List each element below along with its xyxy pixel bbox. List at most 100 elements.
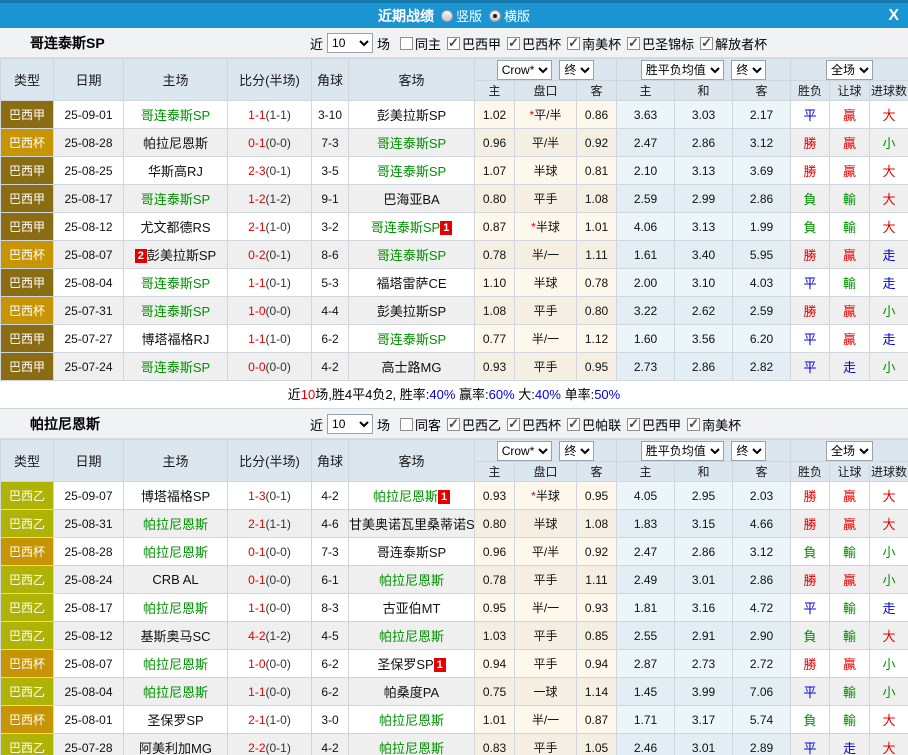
league-filter[interactable]: 南美杯 <box>567 34 621 53</box>
handicap-cell: 平手 <box>515 622 577 650</box>
avg-home-cell: 1.60 <box>617 325 675 353</box>
match-row: 巴西杯25-08-28帕拉尼恩斯0-1(0-0)7-3哥连泰斯SP0.96平/半… <box>1 538 908 566</box>
handicap-cell: 平手 <box>515 353 577 381</box>
league-filter[interactable]: 巴圣锦标 <box>627 34 694 53</box>
result-cell: 勝 <box>791 482 830 510</box>
league-filter[interactable]: 巴西杯 <box>507 34 561 53</box>
summary-text-part: 近 <box>288 387 301 402</box>
avg-draw-cell: 3.40 <box>675 241 733 269</box>
league-filter[interactable]: 巴西甲 <box>447 34 501 53</box>
home-team-name: 帕拉尼恩斯 <box>143 685 208 700</box>
col-date: 日期 <box>54 440 124 482</box>
away-team-name: 帕拉尼恩斯 <box>379 713 444 728</box>
date-cell: 25-08-25 <box>54 157 124 185</box>
same-venue-checkbox[interactable] <box>400 37 413 50</box>
home-team-name: 阿美利加MG <box>139 741 212 755</box>
subcol-avg-home: 主 <box>617 462 675 482</box>
home-team-name: 尤文都德RS <box>140 220 210 235</box>
away-team-cell: 帕桑度PA <box>349 678 475 706</box>
recent-count-select[interactable]: 10 <box>327 33 373 53</box>
odds-time-select[interactable]: 终 <box>559 60 594 80</box>
avg-away-cell: 4.03 <box>733 269 791 297</box>
avg-away-cell: 2.89 <box>733 734 791 755</box>
avg-away-cell: 3.12 <box>733 129 791 157</box>
subcol-goals-result: 进球数 <box>870 462 908 482</box>
league-filter[interactable]: 巴西乙 <box>447 415 501 434</box>
odds-away-cell: 1.05 <box>577 734 617 755</box>
league-filters: 近 10 场 同主 巴西甲巴西杯南美杯巴圣锦标解放者杯 <box>310 28 767 58</box>
away-team-name: 帕拉尼恩斯 <box>379 741 444 755</box>
recent-count-select[interactable]: 10 <box>327 414 373 434</box>
goals-result-cell: 大 <box>870 101 908 129</box>
away-team-cell: 彭美拉斯SP <box>349 297 475 325</box>
odds-source-header: Crow* 终 <box>475 59 617 81</box>
league-filter[interactable]: 巴西甲 <box>627 415 681 434</box>
avg-time-select[interactable]: 终 <box>731 60 766 80</box>
radio-vertical-icon[interactable] <box>441 10 453 22</box>
league-checkbox[interactable] <box>567 418 580 431</box>
away-team-cell: 哥连泰斯SP <box>349 157 475 185</box>
handicap-result-cell: 贏 <box>830 241 870 269</box>
fulltime-score: 0-1 <box>248 573 265 587</box>
league-checkbox[interactable] <box>507 37 520 50</box>
handicap-cell: 平手 <box>515 734 577 755</box>
match-row: 巴西乙25-08-17帕拉尼恩斯1-1(0-0)8-3古亚伯MT0.95半/一0… <box>1 594 908 622</box>
layout-option-vertical[interactable]: 竖版 <box>441 6 482 25</box>
home-team-cell: 哥连泰斯SP <box>124 269 228 297</box>
score-cell: 2-2(0-1) <box>228 734 312 755</box>
halftime-score: (0-0) <box>266 360 291 374</box>
goals-result-cell: 大 <box>870 482 908 510</box>
radio-horizontal-icon[interactable] <box>489 10 501 22</box>
odds-source-select[interactable]: Crow* <box>497 441 552 461</box>
league-checkbox[interactable] <box>447 37 460 50</box>
odds-home-cell: 0.80 <box>475 185 515 213</box>
result-cell: 負 <box>791 706 830 734</box>
league-checkbox[interactable] <box>507 418 520 431</box>
layout-option-horizontal[interactable]: 横版 <box>489 6 530 25</box>
league-filter[interactable]: 南美杯 <box>687 415 741 434</box>
match-row: 巴西甲25-07-24哥连泰斯SP0-0(0-0)4-2高士路MG0.93平手0… <box>1 353 908 381</box>
league-filter[interactable]: 解放者杯 <box>700 34 767 53</box>
halftime-score: (0-0) <box>266 545 291 559</box>
away-team-cell: 哥连泰斯SP <box>349 325 475 353</box>
avg-away-cell: 2.86 <box>733 566 791 594</box>
league-filter[interactable]: 巴帕联 <box>567 415 621 434</box>
avg-type-select[interactable]: 胜平负均值 <box>641 60 724 80</box>
match-row: 巴西杯25-08-01圣保罗SP2-1(1-0)3-0帕拉尼恩斯1.01半/一0… <box>1 706 908 734</box>
col-home: 主场 <box>124 59 228 101</box>
league-label: 巴西杯 <box>522 415 561 434</box>
fulltime-score: 1-1 <box>248 332 265 346</box>
score-cell: 1-1(0-0) <box>228 678 312 706</box>
close-icon[interactable]: X <box>888 6 899 26</box>
avg-home-cell: 2.10 <box>617 157 675 185</box>
fulltime-score: 1-3 <box>248 489 265 503</box>
handicap-cell: 半/一 <box>515 594 577 622</box>
subcol-result: 胜负 <box>791 81 830 101</box>
league-checkbox[interactable] <box>567 37 580 50</box>
fulltime-select[interactable]: 全场 <box>826 60 873 80</box>
same-venue-checkbox[interactable] <box>400 418 413 431</box>
league-checkbox[interactable] <box>627 37 640 50</box>
same-venue-filter[interactable]: 同主 <box>400 34 441 53</box>
date-cell: 25-08-17 <box>54 594 124 622</box>
goals-result-cell: 大 <box>870 157 908 185</box>
league-checkbox[interactable] <box>627 418 640 431</box>
avg-home-cell: 4.05 <box>617 482 675 510</box>
match-row: 巴西甲25-08-04哥连泰斯SP1-1(0-1)5-3福塔雷萨CE1.10半球… <box>1 269 908 297</box>
goals-result-cell: 大 <box>870 734 908 755</box>
subcol-goals-result: 进球数 <box>870 81 908 101</box>
avg-time-select[interactable]: 终 <box>731 441 766 461</box>
away-team-name: 哥连泰斯SP <box>377 164 446 179</box>
avg-type-select[interactable]: 胜平负均值 <box>641 441 724 461</box>
league-checkbox[interactable] <box>687 418 700 431</box>
odds-source-select[interactable]: Crow* <box>497 60 552 80</box>
league-filter[interactable]: 巴西杯 <box>507 415 561 434</box>
odds-time-select[interactable]: 终 <box>559 441 594 461</box>
fulltime-score: 0-2 <box>248 248 265 262</box>
home-team-name: 博塔福格RJ <box>142 332 210 347</box>
odds-home-cell: 1.08 <box>475 297 515 325</box>
league-checkbox[interactable] <box>447 418 460 431</box>
same-venue-filter[interactable]: 同客 <box>400 415 441 434</box>
fulltime-select[interactable]: 全场 <box>826 441 873 461</box>
league-checkbox[interactable] <box>700 37 713 50</box>
